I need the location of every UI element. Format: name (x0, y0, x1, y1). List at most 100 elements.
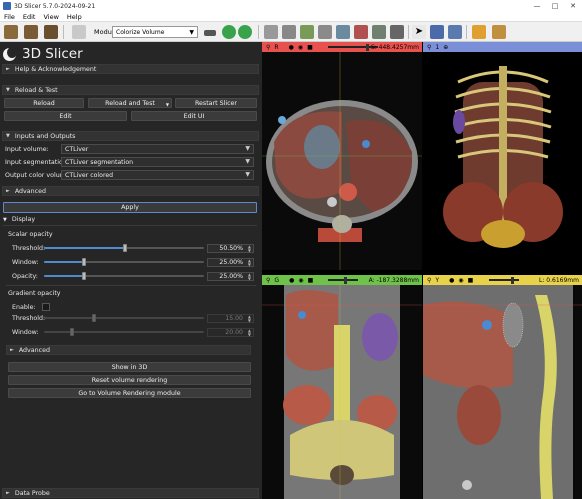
mouse-pointer-icon[interactable]: ➤ (412, 25, 426, 39)
chevron-down-icon: ▼ (245, 158, 250, 165)
link-icon[interactable]: ● (289, 277, 294, 284)
yellow-slice-handle[interactable] (511, 276, 514, 284)
threshold-slider-handle[interactable] (122, 244, 127, 252)
module-selector[interactable]: Colorize Volume ▼ (112, 26, 198, 38)
fit-icon[interactable]: ■ (468, 277, 474, 284)
opacity-slider-handle[interactable] (82, 272, 86, 280)
app-icon (3, 2, 11, 10)
section-reload[interactable]: ▼ Reload & Test (2, 85, 259, 95)
menu-edit[interactable]: Edit (19, 13, 40, 21)
segment-editor-icon[interactable] (354, 25, 368, 39)
green-slice-view[interactable] (262, 285, 422, 499)
input-volume-selector[interactable]: CTLiver ▼ (61, 144, 254, 154)
input-segmentation-selector[interactable]: CTLiver segmentation ▼ (61, 157, 254, 167)
gradient-threshold-slider[interactable] (44, 313, 204, 323)
section-inputs-outputs[interactable]: ▼ Inputs and Outputs (2, 131, 259, 141)
window-title-bar: 3D Slicer 5.7.0-2024-09-21 — □ ✕ (0, 0, 582, 12)
edit-ui-button[interactable]: Edit UI (131, 111, 257, 121)
save-icon[interactable] (44, 25, 58, 39)
forward-arrow-icon[interactable] (238, 25, 252, 39)
section-advanced-display[interactable]: ► Advanced (6, 345, 251, 355)
opacity-value: 25.00% (219, 273, 243, 280)
python-console-icon[interactable] (372, 25, 386, 39)
menu-help[interactable]: Help (63, 13, 86, 21)
window-slider-handle[interactable] (82, 258, 86, 266)
spin-arrows-icon[interactable]: ▲ ▼ (248, 245, 251, 253)
reset-volume-rendering-button[interactable]: Reset volume rendering (8, 375, 251, 385)
opacity-spinbox[interactable]: 25.00% ▲ ▼ (207, 272, 254, 281)
module-search-icon[interactable] (72, 25, 86, 39)
gradient-window-handle[interactable] (70, 328, 74, 336)
layout-icon[interactable] (430, 25, 444, 39)
close-icon[interactable]: ✕ (564, 0, 582, 12)
gradient-threshold-spinbox[interactable]: 15.00 ▲ ▼ (207, 314, 254, 323)
load-data-icon[interactable] (4, 25, 18, 39)
fit-icon[interactable]: ■ (307, 44, 313, 51)
window-spinbox[interactable]: 25.00% ▲ ▼ (207, 258, 254, 267)
input-segmentation-label: Input segmentation: (5, 159, 69, 166)
threed-view[interactable] (423, 52, 582, 270)
volumes-module-icon[interactable] (282, 25, 296, 39)
pin-icon[interactable]: ⚲ (266, 44, 270, 51)
gradient-window-spinbox[interactable]: 20.00 ▲ ▼ (207, 328, 254, 337)
pin-icon[interactable]: ⚲ (427, 44, 431, 51)
section-reload-label: Reload & Test (14, 86, 58, 94)
section-advanced[interactable]: ► Advanced (2, 186, 259, 196)
enable-checkbox[interactable] (42, 303, 50, 311)
pin-icon[interactable]: ⚲ (266, 277, 270, 284)
gradient-threshold-handle[interactable] (92, 314, 96, 322)
green-slice-slider[interactable] (328, 279, 358, 281)
view-layout: ⚲ R ● ◉ ■ S: 448.4257mm ⚲ 1 ⊕ ⚲ G ● ◉ ■ … (262, 42, 582, 499)
spin-arrows-icon[interactable]: ▲ ▼ (248, 259, 251, 267)
crosshair-icon[interactable] (472, 25, 486, 39)
dicom-icon[interactable] (24, 25, 38, 39)
menu-file[interactable]: File (0, 13, 19, 21)
section-data-probe[interactable]: ► Data Probe (2, 488, 259, 498)
visibility-icon[interactable]: ◉ (298, 277, 303, 284)
section-display[interactable]: ▼ Display (3, 216, 35, 223)
show-in-3d-button[interactable]: Show in 3D (8, 362, 251, 372)
section-help[interactable]: ► Help & Acknowledgement (2, 64, 259, 74)
extensions-icon[interactable] (390, 25, 404, 39)
menu-view[interactable]: View (39, 13, 62, 21)
fit-icon[interactable]: ■ (308, 277, 314, 284)
red-slice-handle[interactable] (366, 43, 369, 51)
back-arrow-icon[interactable] (222, 25, 236, 39)
visibility-icon[interactable]: ◉ (298, 44, 303, 51)
place-fiducial-icon[interactable] (492, 25, 506, 39)
transforms-module-icon[interactable] (318, 25, 332, 39)
link-icon[interactable]: ● (449, 277, 454, 284)
gradient-window-slider[interactable] (44, 327, 204, 337)
spin-arrows-icon[interactable]: ▲ ▼ (248, 273, 251, 281)
section-advanced-display-label: Advanced (18, 346, 50, 354)
maximize-icon[interactable]: □ (546, 0, 564, 12)
spin-arrows-icon[interactable]: ▲ ▼ (248, 329, 251, 337)
window-slider[interactable] (44, 257, 204, 267)
red-slice-view[interactable] (262, 52, 422, 270)
restart-slicer-button[interactable]: Restart Slicer (175, 98, 257, 108)
visibility-icon[interactable]: ◉ (458, 277, 463, 284)
collapse-arrow-icon: ▼ (6, 87, 10, 93)
opacity-slider[interactable] (44, 271, 204, 281)
reload-button[interactable]: Reload (4, 98, 84, 108)
yellow-slice-view[interactable] (423, 285, 582, 499)
pin-icon[interactable]: ⚲ (427, 277, 431, 284)
threshold-slider[interactable] (44, 243, 204, 253)
threshold-spinbox[interactable]: 50.50% ▲ ▼ (207, 244, 254, 253)
models-module-icon[interactable] (300, 25, 314, 39)
go-to-volume-rendering-button[interactable]: Go to Volume Rendering module (8, 388, 251, 398)
data-module-icon[interactable] (264, 25, 278, 39)
view-options-icon[interactable] (448, 25, 462, 39)
markups-module-icon[interactable] (336, 25, 350, 39)
output-volume-selector[interactable]: CTLiver colored ▼ (61, 170, 254, 180)
module-list-icon[interactable] (204, 30, 216, 36)
apply-button[interactable]: Apply (3, 202, 257, 213)
reload-and-test-button[interactable]: Reload and Test ▼ (88, 98, 172, 108)
green-slice-handle[interactable] (344, 276, 347, 284)
minimize-icon[interactable]: — (528, 0, 546, 12)
edit-button[interactable]: Edit (4, 111, 127, 121)
center-view-icon[interactable]: ⊕ (443, 44, 448, 51)
spin-arrows-icon[interactable]: ▲ ▼ (248, 315, 251, 323)
yellow-slice-slider[interactable] (489, 279, 519, 281)
link-icon[interactable]: ● (289, 44, 294, 51)
